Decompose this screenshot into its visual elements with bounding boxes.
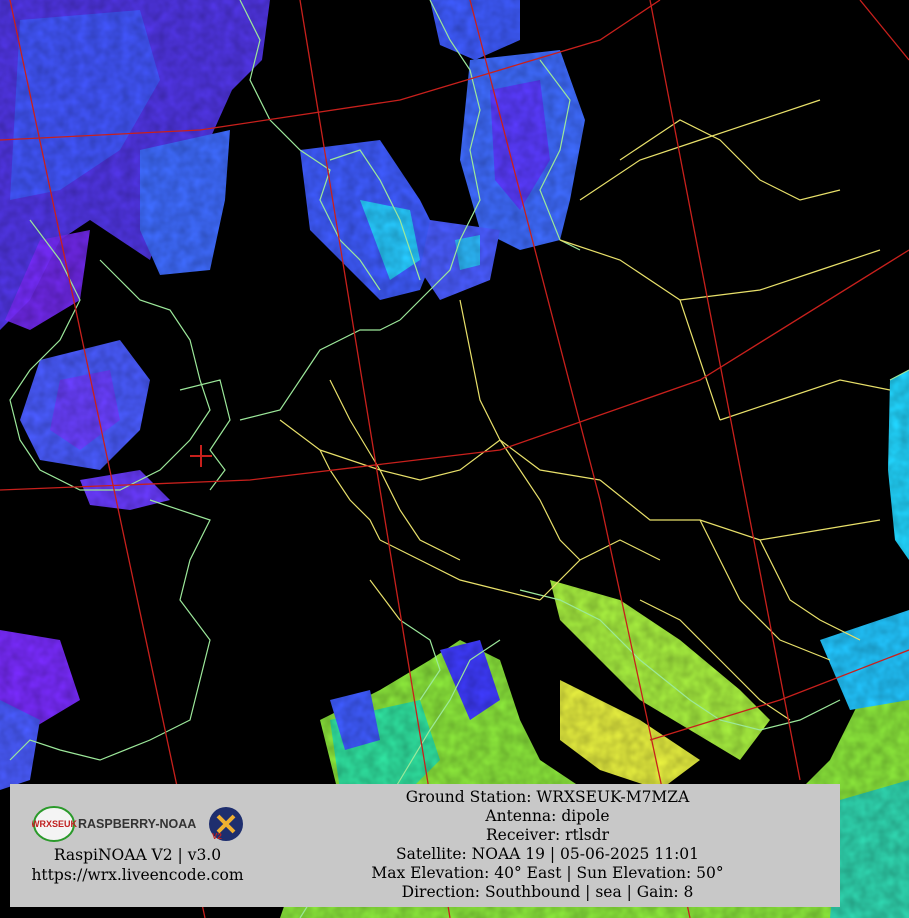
noise-texture [0,0,909,918]
ground-station: Ground Station: WRXSEUK-M7MZA [405,788,690,806]
pass-details: Ground Station: WRXSEUK-M7MZA Antenna: d… [270,788,825,902]
satellite-pass: Satellite: NOAA 19 | 05-06-2025 11:01 [395,845,700,863]
app-logo: WRXSEUK RASPBERRY-NOAA V2 [31,804,247,844]
raspberry-noaa-logo-text: RASPBERRY-NOAA [78,817,196,831]
wrxseuk-logo-text: WRXSEUK [32,819,77,829]
logo-area: WRXSEUK RASPBERRY-NOAA V2 RaspiNOAA V2 |… [10,784,265,907]
info-panel: WRXSEUK RASPBERRY-NOAA V2 RaspiNOAA V2 |… [10,784,840,907]
v2-badge: V2 [212,832,222,841]
direction: Direction: Southbound | sea | Gain: 8 [401,883,694,901]
website-url: https://wrx.liveencode.com [31,866,244,884]
elevation: Max Elevation: 40° East | Sun Elevation:… [371,864,724,882]
antenna: Antenna: dipole [485,807,610,825]
app-version: RaspiNOAA V2 | v3.0 [53,846,222,864]
receiver: Receiver: rtlsdr [485,826,610,844]
satellite-image: WRXSEUK RASPBERRY-NOAA V2 RaspiNOAA V2 |… [0,0,909,918]
weather-map [0,0,909,918]
